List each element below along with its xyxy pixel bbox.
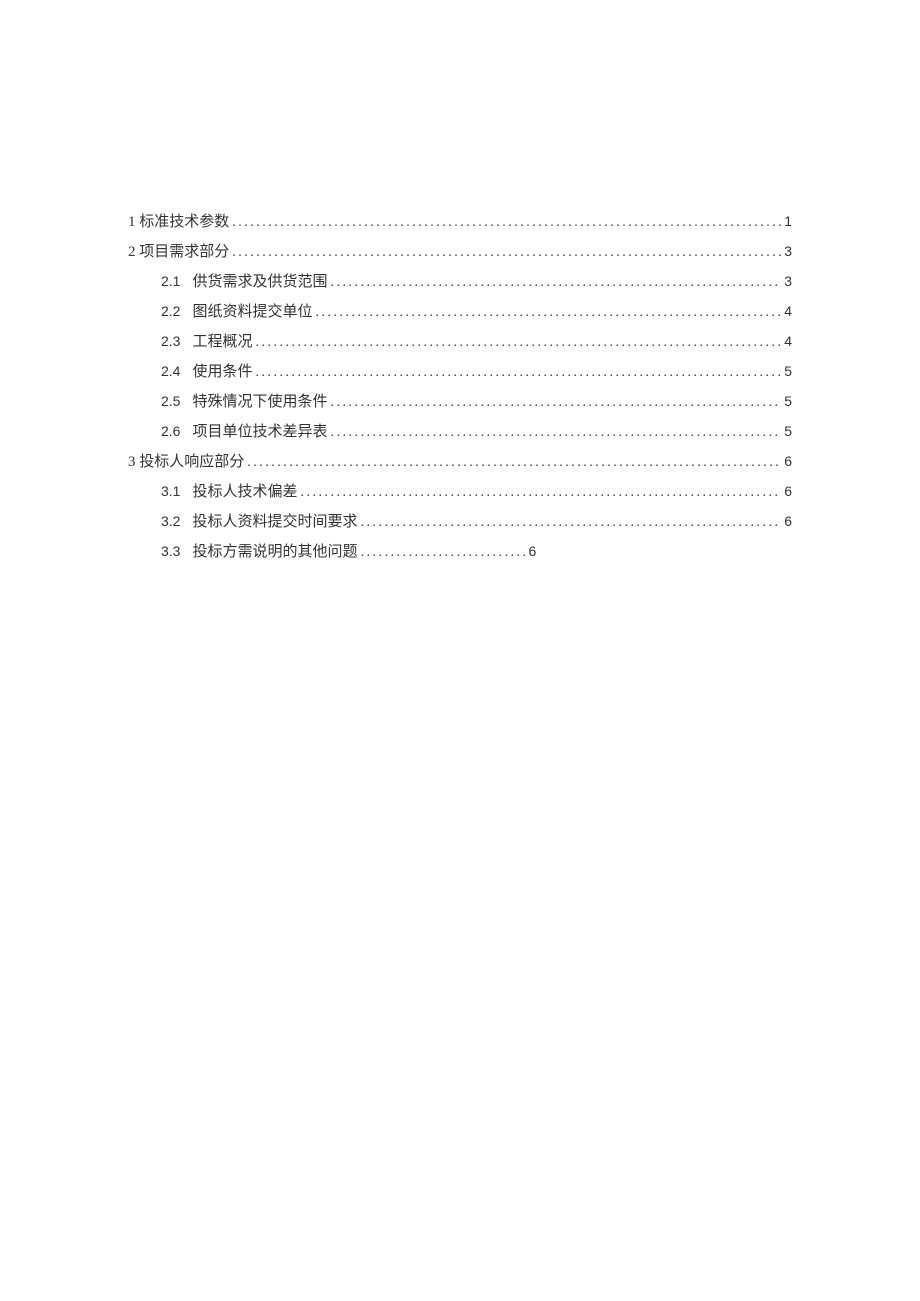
toc-entry: 2 项目需求部分 3 xyxy=(128,240,792,261)
toc-entry: 1 标准技术参数 1 xyxy=(128,210,792,231)
table-of-contents: 1 标准技术参数 1 2 项目需求部分 3 2.1 供货需求及供货范围 3 2.2 图纸资料提交… xyxy=(128,210,792,561)
toc-section-number: 2.3 xyxy=(161,333,180,349)
toc-heading: 2 项目需求部分 xyxy=(128,240,229,261)
toc-entry: 2.4 使用条件 5 xyxy=(128,360,792,381)
toc-leader-dots xyxy=(360,515,781,531)
toc-entry: 3.1 投标人技术偏差 6 xyxy=(128,480,792,501)
toc-page-number: 5 xyxy=(784,423,792,439)
toc-section-number: 3.3 xyxy=(161,543,180,559)
toc-leader-dots xyxy=(330,395,781,411)
toc-leader-dots xyxy=(300,485,781,501)
toc-section-title: 工程概况 xyxy=(192,330,252,351)
toc-leader-dots xyxy=(232,245,781,261)
toc-leader-dots xyxy=(330,275,781,291)
toc-leader-dots xyxy=(315,305,781,321)
toc-entry: 2.6 项目单位技术差异表 5 xyxy=(128,420,792,441)
toc-section-title: 项目单位技术差异表 xyxy=(192,420,327,441)
toc-page-number: 6 xyxy=(528,543,536,559)
toc-leader-dots xyxy=(330,425,781,441)
toc-section-title: 图纸资料提交单位 xyxy=(192,300,312,321)
toc-entry: 3.3 投标方需说明的其他问题 6 xyxy=(128,540,792,561)
toc-entry: 3 投标人响应部分 6 xyxy=(128,450,792,471)
toc-section-number: 3.1 xyxy=(161,483,180,499)
toc-leader-dots xyxy=(255,335,781,351)
toc-page-number: 3 xyxy=(784,243,792,259)
toc-entry: 3.2 投标人资料提交时间要求 6 xyxy=(128,510,792,531)
toc-leader-dots xyxy=(247,455,781,471)
toc-section-number: 2.4 xyxy=(161,363,180,379)
toc-section-number: 3.2 xyxy=(161,513,180,529)
toc-leader-dots xyxy=(232,215,781,231)
toc-heading: 3 投标人响应部分 xyxy=(128,450,244,471)
toc-section-number: 2.5 xyxy=(161,393,180,409)
toc-page-number: 5 xyxy=(784,363,792,379)
toc-leader-dots xyxy=(255,365,781,381)
toc-page-number: 3 xyxy=(784,273,792,289)
toc-entry: 2.1 供货需求及供货范围 3 xyxy=(128,270,792,291)
toc-page-number: 6 xyxy=(784,483,792,499)
toc-entry: 2.3 工程概况 4 xyxy=(128,330,792,351)
toc-leader-dots xyxy=(360,545,525,561)
toc-section-title: 投标人资料提交时间要求 xyxy=(192,510,357,531)
toc-entry: 2.5 特殊情况下使用条件 5 xyxy=(128,390,792,411)
toc-section-title: 投标方需说明的其他问题 xyxy=(192,540,357,561)
toc-page-number: 6 xyxy=(784,453,792,469)
toc-section-number: 2.6 xyxy=(161,423,180,439)
toc-page-number: 4 xyxy=(784,303,792,319)
toc-entry: 2.2 图纸资料提交单位 4 xyxy=(128,300,792,321)
toc-section-title: 特殊情况下使用条件 xyxy=(192,390,327,411)
toc-section-title: 投标人技术偏差 xyxy=(192,480,297,501)
toc-page-number: 4 xyxy=(784,333,792,349)
toc-section-number: 2.2 xyxy=(161,303,180,319)
toc-section-number: 2.1 xyxy=(161,273,180,289)
toc-page-number: 5 xyxy=(784,393,792,409)
toc-page-number: 1 xyxy=(784,213,792,229)
toc-section-title: 使用条件 xyxy=(192,360,252,381)
toc-heading: 1 标准技术参数 xyxy=(128,210,229,231)
toc-page-number: 6 xyxy=(784,513,792,529)
toc-section-title: 供货需求及供货范围 xyxy=(192,270,327,291)
